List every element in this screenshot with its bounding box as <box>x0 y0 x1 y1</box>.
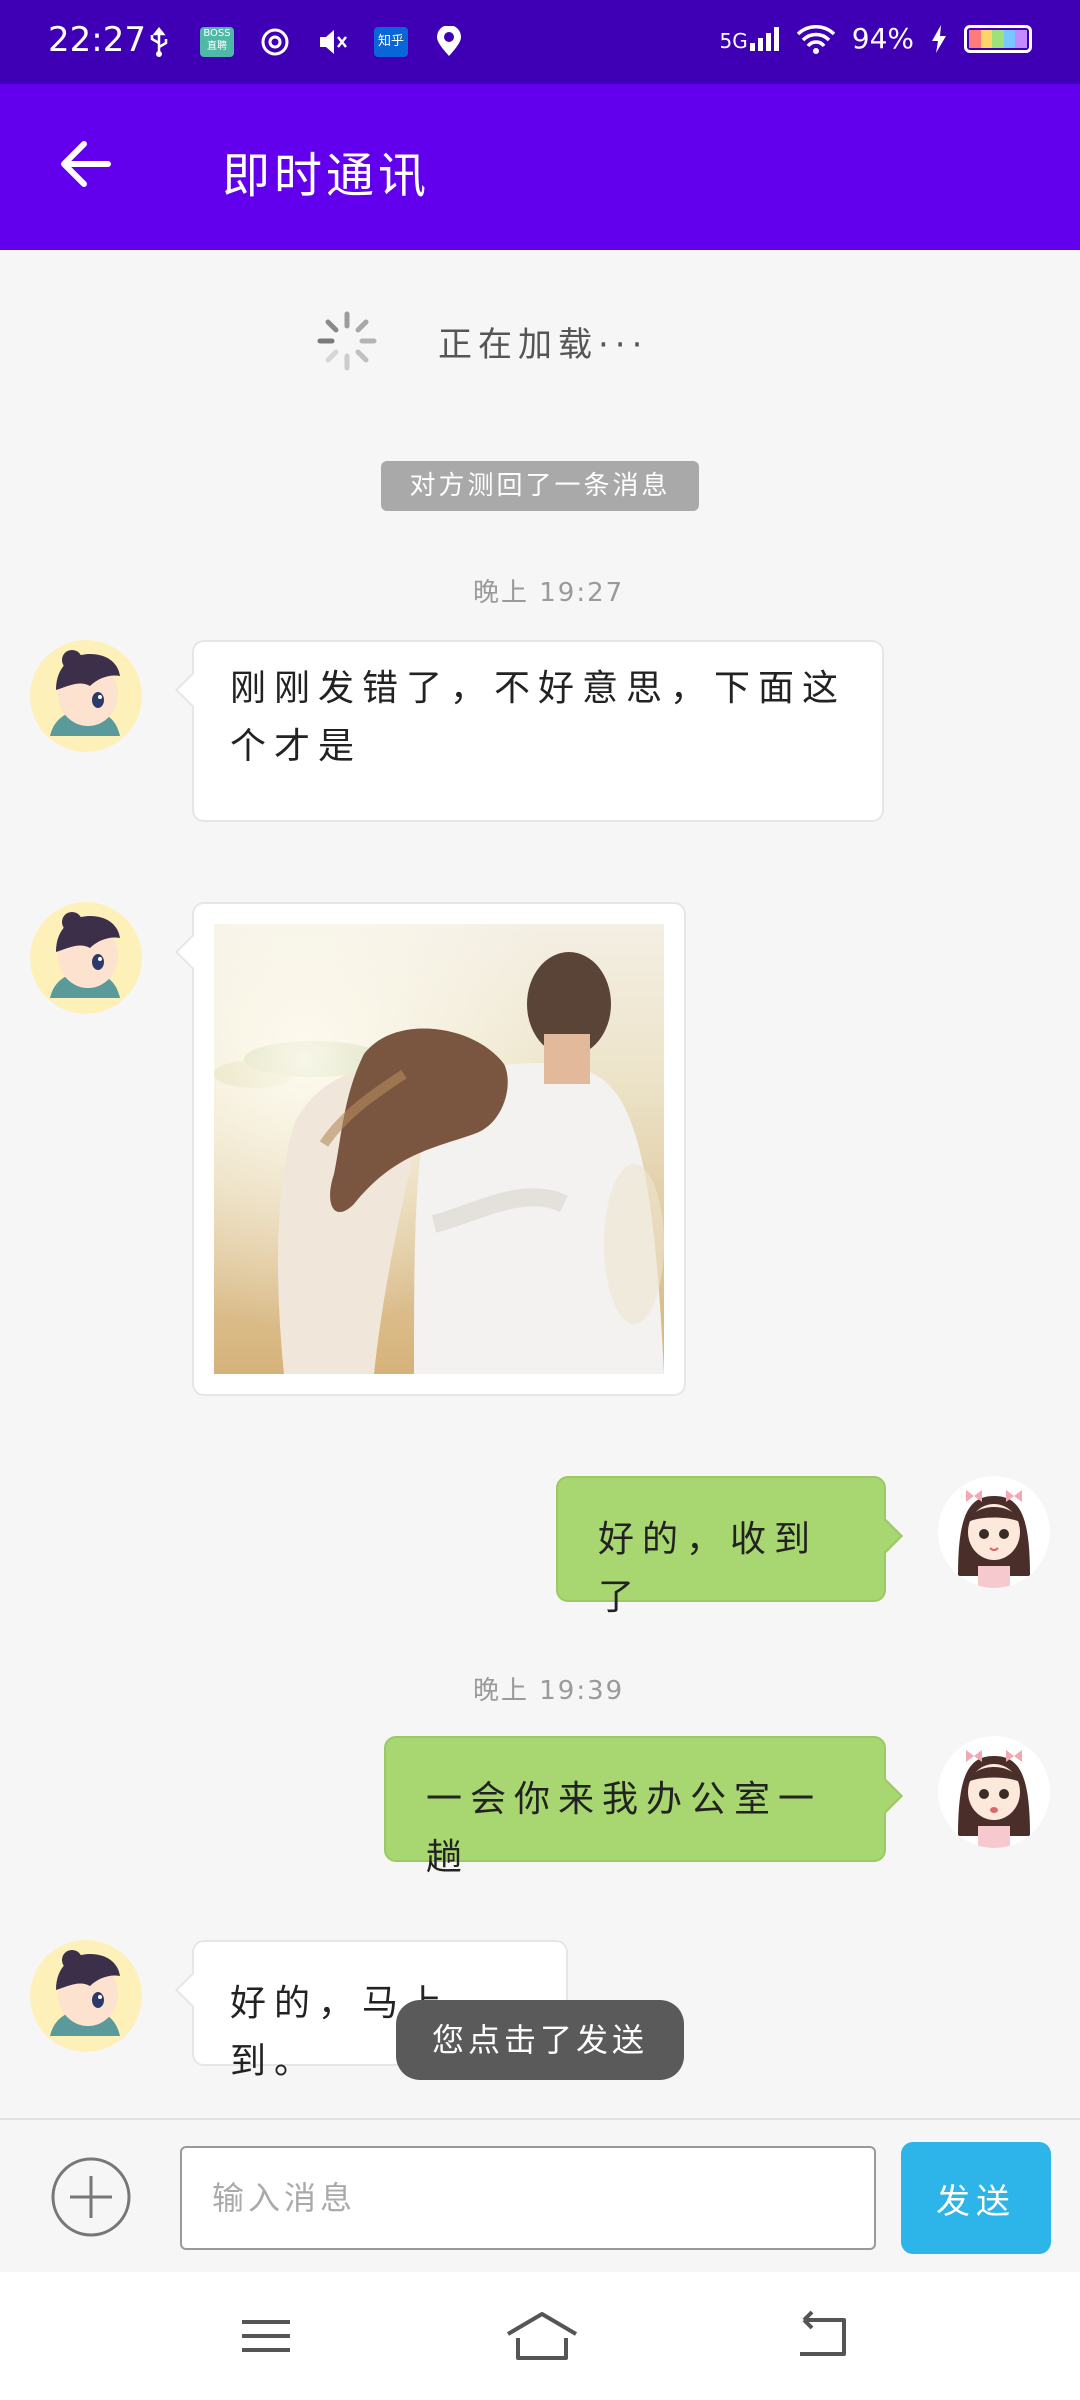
message-input-bar: 发送 <box>0 2118 1080 2274</box>
message-text: 好的，收到了 <box>598 1519 819 1618</box>
image-message-bubble[interactable] <box>192 902 686 1396</box>
girl-avatar-icon <box>938 1736 1050 1848</box>
couple-photo-image <box>214 924 664 1374</box>
message-bubble-sent[interactable]: 好的，收到了 <box>556 1476 886 1618</box>
user-avatar[interactable] <box>938 1476 1050 1588</box>
spinner-icon <box>317 311 377 371</box>
network-indicator: 5G <box>720 26 780 51</box>
home-icon <box>506 2312 578 2360</box>
boy-avatar-icon <box>30 1940 142 2052</box>
dewu-icon <box>432 26 466 58</box>
toast-message: 您点击了发送 <box>396 2000 684 2080</box>
user-avatar[interactable] <box>938 1736 1050 1848</box>
message-text: 一会你来我办公室一趟 <box>426 1779 823 1878</box>
charging-icon <box>932 24 946 53</box>
message-bubble-sent[interactable]: 一会你来我办公室一趟 <box>384 1736 886 1878</box>
message-time: 晚上 19:27 <box>473 578 625 608</box>
girl-avatar-icon <box>938 1476 1050 1588</box>
page-title: 即时通讯 <box>222 148 431 204</box>
system-navigation-bar <box>0 2272 1080 2400</box>
message-input[interactable] <box>180 2146 876 2250</box>
add-attachment-button[interactable] <box>50 2156 132 2238</box>
netease-music-icon <box>258 26 292 58</box>
boy-avatar-icon <box>30 902 142 1014</box>
contact-avatar[interactable] <box>30 902 142 1014</box>
battery-percent: 94% <box>851 22 914 55</box>
back-nav-button[interactable] <box>790 2308 860 2364</box>
message-bubble-received[interactable]: 刚刚发错了，不好意思，下面这个才是 <box>192 640 884 822</box>
app-bar: 即时通讯 <box>0 84 1080 250</box>
message-text: 刚刚发错了，不好意思，下面这个才是 <box>230 668 847 767</box>
boy-avatar-icon <box>30 640 142 752</box>
status-time: 22:27 <box>48 20 146 60</box>
home-button[interactable] <box>504 2308 580 2364</box>
menu-button[interactable] <box>236 2308 306 2364</box>
signal-icon <box>749 26 779 51</box>
zhihu-icon: 知乎 <box>374 27 408 57</box>
menu-icon <box>242 2320 290 2352</box>
notification-icons: BOSS直聘 知乎 <box>142 26 466 58</box>
mute-icon <box>316 26 350 58</box>
message-time: 晚上 19:39 <box>473 1676 625 1706</box>
message-photo[interactable] <box>214 924 664 1374</box>
back-button[interactable] <box>50 129 120 199</box>
status-right: 5G 94% <box>720 22 1032 55</box>
send-button[interactable]: 发送 <box>901 2142 1051 2254</box>
battery-icon <box>964 24 1032 53</box>
boss-zhipin-icon: BOSS直聘 <box>200 27 234 57</box>
plus-circle-icon <box>51 2157 131 2237</box>
loading-indicator: 正在加载··· <box>316 310 648 372</box>
contact-avatar[interactable] <box>30 1940 142 2052</box>
back-icon <box>800 2310 846 2356</box>
loading-text: 正在加载··· <box>438 324 649 365</box>
contact-avatar[interactable] <box>30 640 142 752</box>
wifi-icon <box>796 24 835 54</box>
usb-icon <box>142 26 176 58</box>
status-bar: 22:27 BOSS直聘 知乎 5G 94% <box>0 0 1080 84</box>
arrow-left-icon <box>61 141 111 187</box>
recall-notice: 对方测回了一条消息 <box>381 461 699 511</box>
